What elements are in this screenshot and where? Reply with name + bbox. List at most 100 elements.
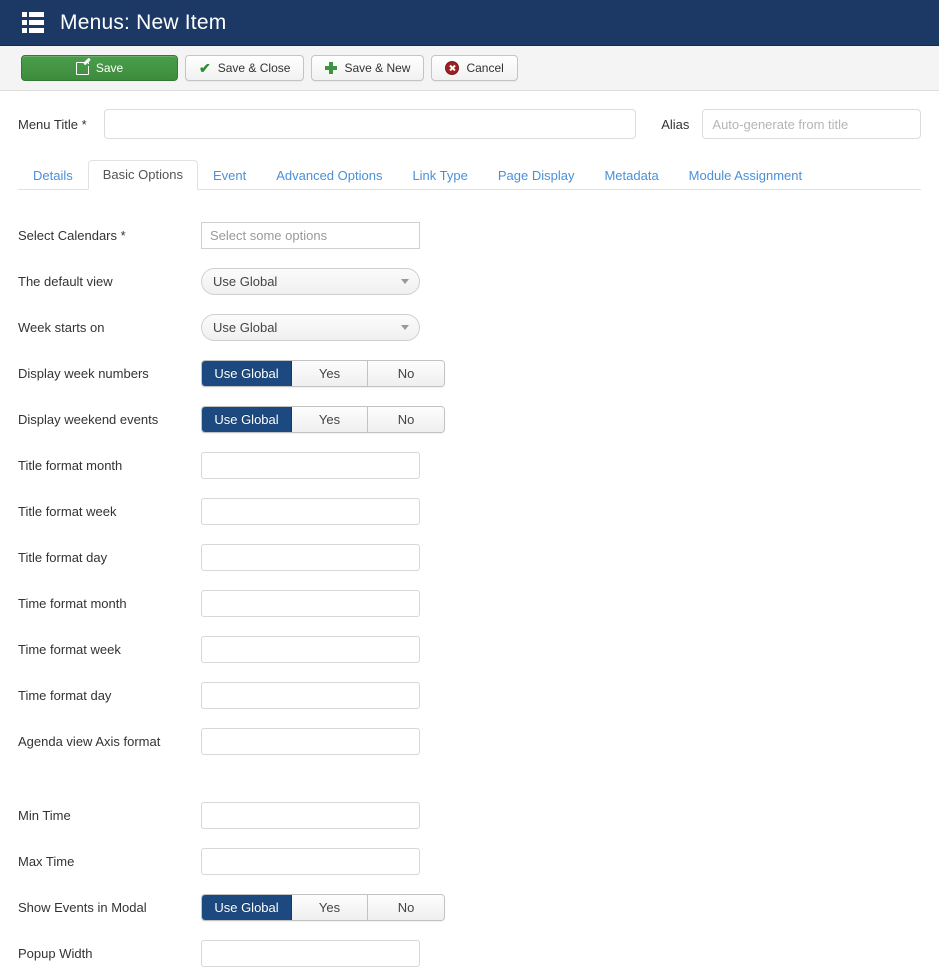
save-and-new-label: Save & New: [344, 61, 411, 75]
field-label-show-events-in-modal: Show Events in Modal: [18, 899, 147, 915]
show-events-in-modal-option-use-global[interactable]: Use Global: [202, 894, 292, 920]
field-control-wrap: [201, 543, 420, 571]
tab-metadata[interactable]: Metadata: [589, 161, 673, 190]
cancel-icon: [445, 61, 460, 75]
field-control-wrap: Select some options: [201, 221, 420, 249]
field-control-wrap: [201, 681, 420, 709]
field-label-time-format-month: Time format month: [18, 595, 127, 611]
tab-module-assignment[interactable]: Module Assignment: [674, 161, 817, 190]
popup-width-input[interactable]: [201, 939, 420, 967]
field-control-wrap: [201, 497, 420, 525]
plus-icon: [325, 62, 338, 74]
form-row-time-format-day: Time format day: [18, 672, 921, 718]
display-week-numbers-radio-group: Use Global Yes No: [201, 359, 445, 387]
time-format-month-input[interactable]: [201, 589, 420, 617]
save-and-close-label: Save & Close: [217, 61, 291, 75]
field-control-wrap: [201, 451, 420, 479]
form-row-select-calendars: Select Calendars * Select some options: [18, 212, 921, 258]
display-week-numbers-option-yes[interactable]: Yes: [292, 360, 368, 386]
title-row: Menu Title * Alias: [18, 91, 921, 141]
form-row-title-format-month: Title format month: [18, 442, 921, 488]
alias-input[interactable]: [702, 109, 921, 139]
display-weekend-events-option-no[interactable]: No: [368, 406, 444, 432]
display-weekend-events-option-use-global[interactable]: Use Global: [202, 406, 292, 432]
save-button[interactable]: Save: [21, 55, 178, 81]
form-row-title-format-day: Title format day: [18, 534, 921, 580]
agenda-view-axis-format-input[interactable]: [201, 727, 420, 755]
tab-label: Event: [212, 168, 247, 183]
week-starts-on-select[interactable]: Use Global: [201, 313, 420, 341]
field-control-wrap: [201, 727, 420, 755]
display-week-numbers-option-use-global[interactable]: Use Global: [202, 360, 292, 386]
display-weekend-events-radio-group: Use Global Yes No: [201, 405, 445, 433]
pencil-icon: [75, 61, 89, 75]
field-label-agenda-view-axis-format: Agenda view Axis format: [18, 733, 161, 749]
menu-grid-icon: [22, 12, 44, 33]
select-value: Use Global: [213, 319, 278, 335]
form-row-spacer: [18, 764, 921, 792]
form-row-display-week-numbers: Display week numbers Use Global Yes No: [18, 350, 921, 396]
cancel-label: Cancel: [466, 61, 504, 75]
tab-label: Module Assignment: [688, 168, 803, 183]
form-row-show-events-in-modal: Show Events in Modal Use Global Yes No: [18, 884, 921, 930]
tab-label: Basic Options: [102, 167, 183, 182]
field-control-wrap: [201, 589, 420, 617]
title-format-day-input[interactable]: [201, 543, 420, 571]
save-and-new-button[interactable]: Save & New: [311, 55, 425, 81]
tab-advanced-options[interactable]: Advanced Options: [261, 161, 397, 190]
multiselect-placeholder: Select some options: [210, 227, 328, 243]
title-format-month-input[interactable]: [201, 451, 420, 479]
field-control-wrap: Use Global: [201, 267, 420, 295]
tab-details[interactable]: Details: [18, 161, 88, 190]
tab-basic-options[interactable]: Basic Options: [87, 160, 198, 190]
page-title: Menus: New Item: [60, 10, 227, 34]
field-control-wrap: Use Global Yes No: [201, 893, 445, 921]
field-control-wrap: [201, 801, 420, 829]
app-header: Menus: New Item: [0, 0, 939, 46]
tab-bar: Details Basic Options Event Advanced Option…: [18, 158, 921, 190]
display-week-numbers-option-no[interactable]: No: [368, 360, 444, 386]
field-control-wrap: Use Global Yes No: [201, 359, 445, 387]
display-weekend-events-option-yes[interactable]: Yes: [292, 406, 368, 432]
tab-link-type[interactable]: Link Type: [397, 161, 482, 190]
field-control-wrap: [201, 847, 420, 875]
max-time-input[interactable]: [201, 847, 420, 875]
min-time-input[interactable]: [201, 801, 420, 829]
field-control-wrap: Use Global Yes No: [201, 405, 445, 433]
tab-label: Link Type: [412, 168, 468, 183]
form-row-time-format-month: Time format month: [18, 580, 921, 626]
menu-title-input[interactable]: [104, 109, 637, 139]
title-format-week-input[interactable]: [201, 497, 420, 525]
form-row-time-format-week: Time format week: [18, 626, 921, 672]
chevron-down-icon: [401, 324, 409, 330]
select-calendars-multiselect[interactable]: Select some options: [201, 221, 420, 249]
field-label-title-format-month: Title format month: [18, 457, 123, 473]
menu-title-label: Menu Title *: [18, 116, 87, 132]
the-default-view-select[interactable]: Use Global: [201, 267, 420, 295]
form-row-week-starts-on: Week starts on Use Global: [18, 304, 921, 350]
form-row-the-default-view: The default view Use Global: [18, 258, 921, 304]
field-control-wrap: [201, 939, 420, 967]
tab-event[interactable]: Event: [198, 161, 261, 190]
field-control-wrap: Use Global: [201, 313, 420, 341]
tab-page-display[interactable]: Page Display: [483, 161, 590, 190]
basic-options-form: Select Calendars * Select some options The…: [18, 190, 921, 976]
show-events-in-modal-option-no[interactable]: No: [368, 894, 444, 920]
time-format-day-input[interactable]: [201, 681, 420, 709]
field-label-the-default-view: The default view: [18, 273, 113, 289]
select-value: Use Global: [213, 273, 278, 289]
show-events-in-modal-option-yes[interactable]: Yes: [292, 894, 368, 920]
time-format-week-input[interactable]: [201, 635, 420, 663]
field-label-week-starts-on: Week starts on: [18, 319, 105, 335]
form-row-title-format-week: Title format week: [18, 488, 921, 534]
field-label-time-format-day: Time format day: [18, 687, 112, 703]
tab-label: Metadata: [604, 168, 659, 183]
cancel-button[interactable]: Cancel: [431, 55, 518, 81]
save-button-label: Save: [95, 61, 124, 75]
toolbar: Save ✔ Save & Close Save & New Cancel: [0, 46, 939, 91]
field-label-display-weekend-events: Display weekend events: [18, 411, 159, 427]
field-control-wrap: [201, 635, 420, 663]
save-and-close-button[interactable]: ✔ Save & Close: [185, 55, 305, 81]
field-label-popup-width: Popup Width: [18, 945, 93, 961]
field-label-display-week-numbers: Display week numbers: [18, 365, 149, 381]
